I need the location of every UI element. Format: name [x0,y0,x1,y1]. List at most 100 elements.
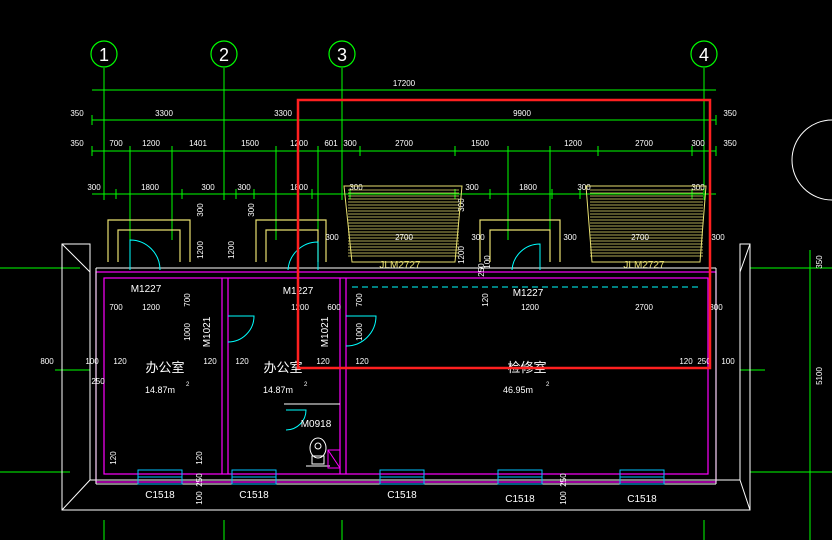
dim-m120g: 120 [109,451,118,465]
dim-v300b: 300 [247,203,256,217]
dim-m120d: 120 [316,357,330,366]
dim-b120: 120 [481,293,490,307]
dim-s120: 120 [195,451,204,465]
dim-b600: 600 [327,303,341,312]
label-c1518-b[interactable]: C1518 [239,490,269,501]
door-m1227-b[interactable] [287,241,319,271]
dim-l100: 100 [85,357,99,366]
dim-b700a: 700 [109,303,123,312]
axis-bubble-1[interactable]: 1 [90,40,118,68]
cad-drawing-canvas[interactable]: 1 2 3 4 17200 350 3300 3300 9900 350 350… [0,0,832,540]
dim-r2-1500b: 1500 [471,139,489,148]
dim-m100: 100 [721,357,735,366]
dim-s250b: 250 [559,473,568,487]
dim-i300d: 300 [711,233,725,242]
svg-text:2: 2 [219,45,229,65]
dim-i300c: 300 [563,233,577,242]
dim-r2-350a: 350 [70,139,84,148]
dim-l800: 800 [40,357,54,366]
dim-r1-3300a: 3300 [155,109,173,118]
dim-r2-601: 601 [324,139,338,148]
label-jlm2727-a[interactable]: JLM2727 [379,260,421,271]
dim-s100b: 100 [559,491,568,505]
dim-r2-1200b: 1200 [290,139,308,148]
room-office-2-area: 14.87m [263,385,293,395]
dim-i300a: 300 [325,233,339,242]
svg-text:4: 4 [699,45,709,65]
label-m0918[interactable]: M0918 [301,419,332,430]
dim-v300a: 300 [196,203,205,217]
dim-r2-350b: 350 [723,139,737,148]
dim-l250: 250 [91,377,105,386]
label-m1227-c[interactable]: M1227 [513,288,544,299]
ramp-hatch-left [343,185,463,263]
room-office-1-name: 办公室 [145,360,184,376]
dim-b1200c: 1200 [521,303,539,312]
dim-i2700a: 2700 [395,233,413,242]
door-m1227-a[interactable] [129,239,161,271]
label-c1518-c[interactable]: C1518 [387,490,417,501]
dim-v1200c: 1200 [457,246,466,264]
room-office-2-sup: 2 [304,382,308,388]
room-office-2-name: 办公室 [263,360,302,376]
dim-v700b: 700 [355,293,364,307]
label-m1021-a[interactable]: M1021 [202,316,213,347]
dim-v1000a: 1000 [183,323,192,341]
dim-m120e: 120 [355,357,369,366]
room-repair-sup: 2 [546,382,550,388]
door-m1021-a[interactable] [227,315,255,343]
dim-r2-2700a: 2700 [395,139,413,148]
ramp-hatch-right [585,185,707,263]
dim-v1000b: 1000 [355,323,364,341]
dim-r5100: 5100 [815,367,824,385]
dim-r350: 350 [815,255,824,269]
toilet-icon [306,437,330,467]
dim-b2700: 2700 [635,303,653,312]
label-c1518-a[interactable]: C1518 [145,490,175,501]
dim-v1200b: 1200 [227,241,236,259]
dim-i100: 100 [483,255,492,269]
dim-r3-1800b: 1800 [290,183,308,192]
dimension-lines [0,89,832,540]
axis-bubble-3[interactable]: 3 [328,40,356,68]
dim-r2-2700b: 2700 [635,139,653,148]
dim-i2700b: 2700 [631,233,649,242]
dim-r2-1500a: 1500 [241,139,259,148]
dim-r3-300c: 300 [237,183,251,192]
axis-bubble-4[interactable]: 4 [690,40,718,68]
svg-text:1: 1 [99,45,109,65]
dim-v1200a: 1200 [196,241,205,259]
dim-m120c: 120 [235,357,249,366]
label-m1021-b[interactable]: M1021 [320,316,331,347]
dim-r2-700: 700 [109,139,123,148]
room-office-1-area: 14.87m [145,385,175,395]
dim-r1-3300b: 3300 [274,109,292,118]
room-repair-area: 46.95m [503,385,533,395]
label-c1518-d[interactable]: C1518 [505,494,535,505]
dim-r2-1200c: 1200 [564,139,582,148]
room-office-1-sup: 2 [186,382,190,388]
dim-r2-300b: 300 [691,139,705,148]
dim-r3-300d: 300 [349,183,363,192]
dim-s100a: 100 [195,491,204,505]
axis-bubble-2[interactable]: 2 [210,40,238,68]
svg-text:3: 3 [337,45,347,65]
dim-i300b: 300 [471,233,485,242]
floor-drain-diagonal [327,449,341,469]
dim-r3-300e: 300 [465,183,479,192]
dim-r1-9900: 9900 [513,109,531,118]
door-m1227-c[interactable] [511,243,541,271]
dim-r2-300: 300 [343,139,357,148]
label-c1518-e[interactable]: C1518 [627,494,657,505]
dim-v700a: 700 [183,293,192,307]
dim-r3-1800a: 1800 [141,183,159,192]
dim-r3-1800c: 1800 [519,183,537,192]
dim-total: 17200 [393,79,416,88]
dim-m120f: 120 [679,357,693,366]
label-jlm2727-b[interactable]: JLM2727 [623,260,665,271]
dim-b300: 300 [709,303,723,312]
label-m1227-a[interactable]: M1227 [131,284,162,295]
dim-r3-300g: 300 [691,183,705,192]
dim-r1-350b: 350 [723,109,737,118]
dim-s250a: 250 [195,473,204,487]
